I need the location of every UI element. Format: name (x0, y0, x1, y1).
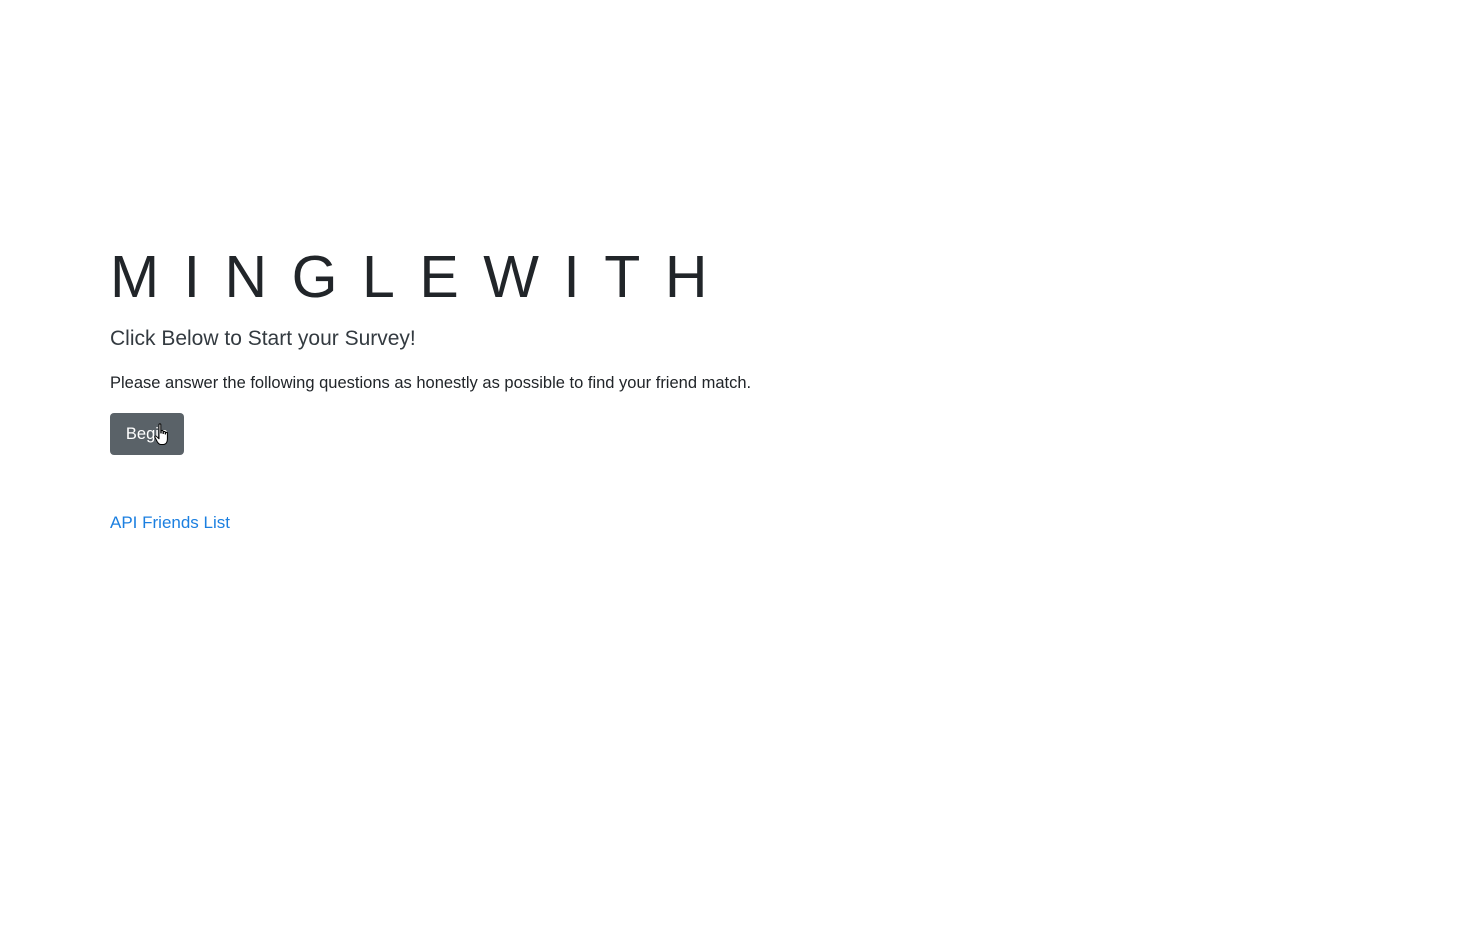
brand-title: MINGLEWITH (110, 244, 732, 310)
begin-button-label: Begin (125, 425, 169, 443)
survey-instructions: Please answer the following questions as… (110, 374, 752, 392)
survey-subtitle: Click Below to Start your Survey! (110, 327, 416, 350)
api-friends-list-link[interactable]: API Friends List (110, 511, 230, 535)
hero-section: MINGLEWITH Click Below to Start your Sur… (110, 242, 1110, 535)
begin-button[interactable]: Begin (110, 413, 184, 455)
